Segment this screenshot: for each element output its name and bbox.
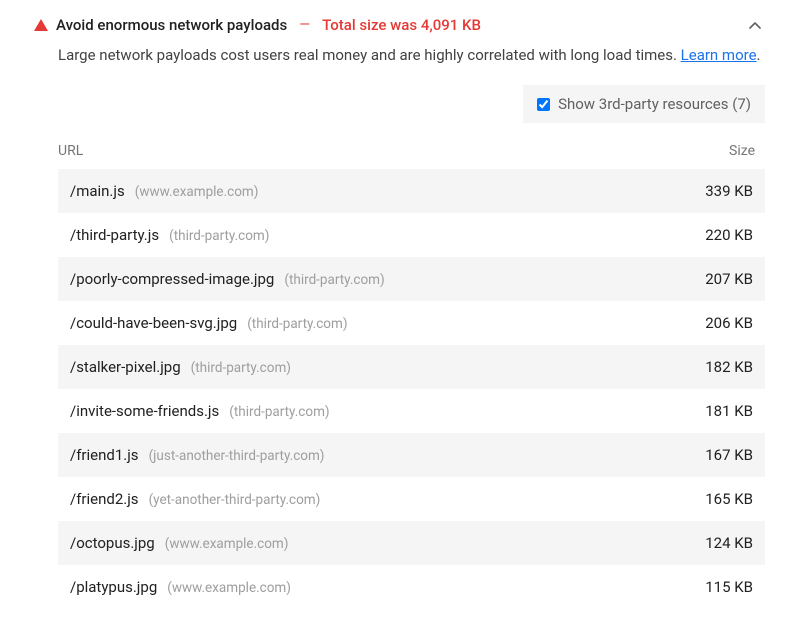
- url-host: (third-party.com): [169, 228, 269, 244]
- table-row: /main.js (www.example.com) 339 KB: [58, 169, 765, 213]
- third-party-toggle[interactable]: Show 3rd-party resources (7): [523, 85, 765, 123]
- url-cell: /friend1.js (just-another-third-party.com…: [70, 446, 325, 464]
- url-cell: /could-have-been-svg.jpg (third-party.com…: [70, 314, 348, 332]
- table-row: /stalker-pixel.jpg (third-party.com) 182 K…: [58, 345, 765, 389]
- size-cell: 207 KB: [705, 270, 753, 288]
- table-row: /octopus.jpg (www.example.com) 124 KB: [58, 521, 765, 565]
- third-party-label: Show 3rd-party resources (7): [558, 95, 751, 113]
- url-cell: /octopus.jpg (www.example.com): [70, 534, 288, 552]
- url-host: (www.example.com): [165, 536, 289, 552]
- url-host: (third-party.com): [247, 316, 347, 332]
- url-cell: /poorly-compressed-image.jpg (third-party…: [70, 270, 385, 288]
- url-cell: /invite-some-friends.js (third-party.com): [70, 402, 330, 420]
- url-path: /octopus.jpg: [70, 534, 155, 552]
- audit-panel: Avoid enormous network payloads — Total …: [0, 0, 799, 625]
- url-host: (third-party.com): [191, 360, 291, 376]
- size-cell: 339 KB: [705, 182, 753, 200]
- url-path: /platypus.jpg: [70, 578, 157, 596]
- third-party-checkbox[interactable]: [537, 98, 550, 111]
- url-path: /poorly-compressed-image.jpg: [70, 270, 274, 288]
- url-path: /could-have-been-svg.jpg: [70, 314, 237, 332]
- size-cell: 124 KB: [705, 534, 753, 552]
- url-path: /friend1.js: [70, 446, 139, 464]
- url-path: /stalker-pixel.jpg: [70, 358, 181, 376]
- header-url: URL: [58, 143, 83, 159]
- url-path: /third-party.js: [70, 226, 159, 244]
- url-path: /friend2.js: [70, 490, 139, 508]
- size-cell: 115 KB: [705, 578, 753, 596]
- table-row: /friend2.js (yet-another-third-party.com)…: [58, 477, 765, 521]
- size-cell: 165 KB: [705, 490, 753, 508]
- url-host: (yet-another-third-party.com): [149, 492, 321, 508]
- audit-summary: Total size was 4,091 KB: [322, 16, 481, 34]
- audit-dash: —: [299, 17, 310, 33]
- description-text: Large network payloads cost users real m…: [58, 46, 681, 64]
- warning-triangle-icon: [34, 19, 48, 31]
- audit-body: Large network payloads cost users real m…: [34, 44, 765, 609]
- table-row: /invite-some-friends.js (third-party.com)…: [58, 389, 765, 433]
- size-cell: 181 KB: [705, 402, 753, 420]
- header-size: Size: [729, 143, 755, 159]
- url-cell: /friend2.js (yet-another-third-party.com): [70, 490, 320, 508]
- url-host: (just-another-third-party.com): [149, 448, 325, 464]
- url-host: (www.example.com): [135, 184, 259, 200]
- size-cell: 206 KB: [705, 314, 753, 332]
- size-cell: 220 KB: [705, 226, 753, 244]
- size-cell: 182 KB: [705, 358, 753, 376]
- table-row: /could-have-been-svg.jpg (third-party.com…: [58, 301, 765, 345]
- table-row: /poorly-compressed-image.jpg (third-party…: [58, 257, 765, 301]
- url-host: (third-party.com): [284, 272, 384, 288]
- audit-title: Avoid enormous network payloads: [56, 16, 287, 34]
- table-header: URL Size: [58, 135, 765, 169]
- url-cell: /platypus.jpg (www.example.com): [70, 578, 291, 596]
- size-cell: 167 KB: [705, 446, 753, 464]
- url-cell: /stalker-pixel.jpg (third-party.com): [70, 358, 291, 376]
- chevron-up-icon[interactable]: [749, 18, 765, 32]
- url-host: (www.example.com): [167, 580, 291, 596]
- audit-header[interactable]: Avoid enormous network payloads — Total …: [34, 12, 765, 44]
- url-cell: /main.js (www.example.com): [70, 182, 258, 200]
- table-row: /third-party.js (third-party.com) 220 KB: [58, 213, 765, 257]
- table-body: /main.js (www.example.com) 339 KB/third-pa…: [58, 169, 765, 609]
- audit-description: Large network payloads cost users real m…: [58, 44, 765, 67]
- table-row: /platypus.jpg (www.example.com) 115 KB: [58, 565, 765, 609]
- url-host: (third-party.com): [229, 404, 329, 420]
- url-cell: /third-party.js (third-party.com): [70, 226, 269, 244]
- description-suffix: .: [757, 46, 761, 64]
- table-row: /friend1.js (just-another-third-party.com…: [58, 433, 765, 477]
- third-party-row: Show 3rd-party resources (7): [58, 85, 765, 123]
- url-path: /main.js: [70, 182, 125, 200]
- url-path: /invite-some-friends.js: [70, 402, 219, 420]
- learn-more-link[interactable]: Learn more: [681, 46, 757, 64]
